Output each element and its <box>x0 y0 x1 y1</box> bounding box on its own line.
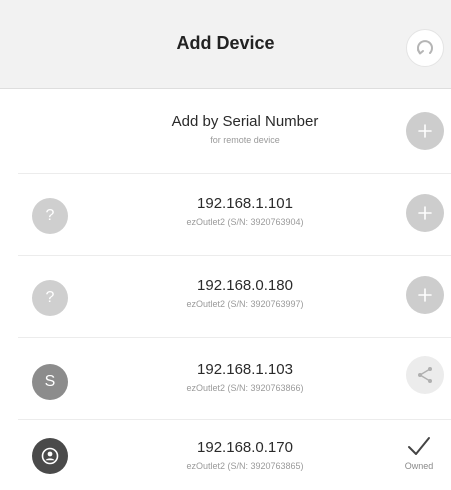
user-icon <box>41 447 59 465</box>
owner-avatar <box>32 438 68 474</box>
add-device-screen: Add Device Add by Serial Number for remo… <box>0 0 451 490</box>
unknown-device-avatar: ? <box>32 198 68 234</box>
device-ip: 192.168.0.170 <box>197 439 293 456</box>
plus-icon <box>418 288 432 302</box>
owned-status: Owned <box>392 434 446 471</box>
add-device-button[interactable] <box>406 276 444 314</box>
share-icon <box>418 367 432 383</box>
device-detail: ezOutlet2 (S/N: 3920763997) <box>186 299 304 309</box>
share-device-button[interactable] <box>406 356 444 394</box>
refresh-icon <box>417 40 433 55</box>
shared-device-avatar: S <box>32 364 68 400</box>
add-by-serial-button[interactable] <box>406 112 444 150</box>
device-row[interactable]: ? 192.168.1.101 ezOutlet2 (S/N: 39207639… <box>0 174 451 256</box>
device-detail: ezOutlet2 (S/N: 3920763904) <box>186 217 304 227</box>
owned-label: Owned <box>404 461 434 471</box>
device-info: 192.168.0.170 ezOutlet2 (S/N: 3920763865… <box>110 438 380 473</box>
device-detail: ezOutlet2 (S/N: 3920763866) <box>186 383 304 393</box>
checkmark-icon <box>408 437 430 455</box>
plus-icon <box>418 124 432 138</box>
device-ip: 192.168.1.103 <box>197 361 293 378</box>
device-row[interactable]: 192.168.0.170 ezOutlet2 (S/N: 3920763865… <box>0 420 451 490</box>
device-row[interactable]: S 192.168.1.103 ezOutlet2 (S/N: 39207638… <box>0 338 451 420</box>
add-by-serial-row[interactable]: Add by Serial Number for remote device <box>0 88 451 174</box>
device-detail: ezOutlet2 (S/N: 3920763865) <box>186 461 304 471</box>
unknown-device-avatar: ? <box>32 280 68 316</box>
device-info: 192.168.1.103 ezOutlet2 (S/N: 3920763866… <box>110 360 380 395</box>
plus-icon <box>418 206 432 220</box>
serial-label: Add by Serial Number <box>171 113 319 130</box>
refresh-button[interactable] <box>406 29 444 67</box>
device-info: 192.168.1.101 ezOutlet2 (S/N: 3920763904… <box>110 194 380 229</box>
page-title: Add Device <box>176 33 275 53</box>
device-ip: 192.168.1.101 <box>197 195 293 212</box>
serial-text: Add by Serial Number for remote device <box>110 112 380 147</box>
device-row[interactable]: ? 192.168.0.180 ezOutlet2 (S/N: 39207639… <box>0 256 451 338</box>
header-bar: Add Device <box>0 0 451 89</box>
serial-sublabel: for remote device <box>210 135 280 145</box>
add-device-button[interactable] <box>406 194 444 232</box>
device-info: 192.168.0.180 ezOutlet2 (S/N: 3920763997… <box>110 276 380 311</box>
device-ip: 192.168.0.180 <box>197 277 293 294</box>
